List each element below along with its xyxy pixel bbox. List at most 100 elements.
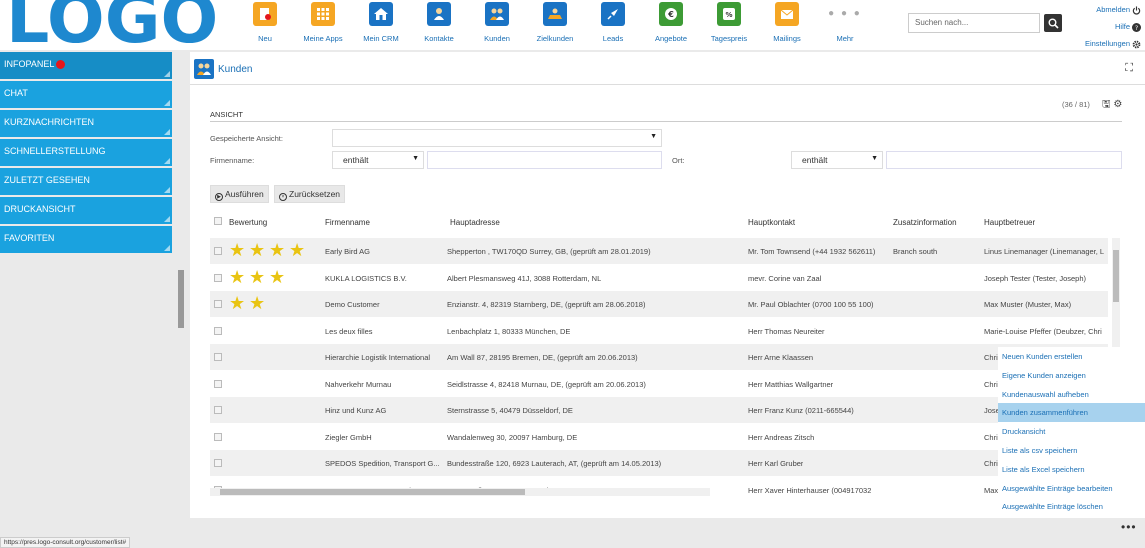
nav-mein-crm[interactable]: Mein CRM: [352, 2, 410, 43]
cell-info: Branch south: [893, 247, 938, 256]
context-menu-item[interactable]: Liste als Excel speichern: [998, 460, 1145, 479]
logout-link[interactable]: Abmelden: [1085, 1, 1141, 18]
cell-contact: Herr Thomas Neureiter: [748, 326, 825, 336]
nav-angebote[interactable]: € Angebote: [642, 2, 700, 43]
euro-icon: €: [659, 2, 683, 26]
sidebar-item-favoriten[interactable]: FAVORITEN: [0, 226, 172, 253]
company-name-input[interactable]: [427, 151, 662, 169]
nav-meine-apps[interactable]: Meine Apps: [294, 2, 352, 43]
cell-owner: Max Muster (Muster, Max): [984, 300, 1072, 309]
reset-button[interactable]: × Zurücksetzen: [274, 185, 346, 203]
fullscreen-icon[interactable]: ⛶: [1125, 62, 1133, 75]
settings-label: Einstellungen: [1084, 39, 1130, 48]
row-checkbox[interactable]: [214, 459, 222, 467]
table-row[interactable]: Nahverkehr Murnau Seidlstrasse 4, 82418 M…: [210, 371, 1108, 397]
sidebar-item-label: KURZNACHRICHTEN: [4, 117, 94, 127]
new-document-icon: [253, 2, 277, 26]
row-checkbox[interactable]: [214, 273, 222, 282]
context-menu-item[interactable]: Neuen Kunden erstellen: [998, 347, 1145, 366]
company-operator-select[interactable]: enthält ▼: [332, 151, 424, 169]
sidebar-item-zuletzt-gesehen[interactable]: ZULETZT GESEHEN: [0, 168, 172, 195]
nav-leads[interactable]: Leads: [584, 2, 642, 43]
city-operator-select[interactable]: enthält ▼: [791, 151, 883, 169]
scroll-thumb[interactable]: [1113, 250, 1119, 302]
sidebar-item-schnellerstellung[interactable]: SCHNELLERSTELLUNG: [0, 139, 172, 166]
nav-kontakte[interactable]: Kontakte: [410, 2, 468, 43]
saved-view-select[interactable]: ▼: [332, 129, 662, 147]
city-input[interactable]: [886, 151, 1122, 169]
nav-neu[interactable]: Neu: [236, 2, 294, 43]
cell-address: Seidlstrasse 4, 82418 Murnau, DE, (geprü…: [447, 379, 646, 389]
cell-name[interactable]: Demo Customer: [325, 300, 380, 309]
column-header[interactable]: Firmenname: [325, 218, 370, 227]
table-row[interactable]: ★ ★ Demo Customer Enzianstr. 4, 82319 Starn…: [210, 291, 1108, 317]
context-menu-item[interactable]: Ausgewählte Einträge löschen: [998, 497, 1145, 516]
cell-name[interactable]: Early Bird AG: [325, 247, 370, 256]
cell-name[interactable]: Hierarchie Logistik International: [325, 353, 430, 362]
sidebar-item-label: INFOPANEL: [4, 59, 55, 69]
table-row[interactable]: ★ ★ ★ KUKLA LOGISTICS B.V. Albert Plesmanswe…: [210, 265, 1108, 291]
column-header[interactable]: Hauptbetreuer: [984, 218, 1035, 227]
scroll-thumb[interactable]: [220, 489, 525, 495]
run-button[interactable]: ▶ Ausführen: [210, 185, 269, 203]
corner-icon: [164, 71, 170, 77]
context-menu-item[interactable]: Eigene Kunden anzeigen: [998, 366, 1145, 385]
table-row[interactable]: ★ ★ ★ ★ Early Bird AG Shepperton , TW170QD Su…: [210, 238, 1108, 264]
cell-name[interactable]: Hinz und Kunz AG: [325, 406, 386, 415]
target-customer-icon: [543, 2, 567, 26]
table-row[interactable]: SPEDOS Spedition, Transport G... Bundesst…: [210, 450, 1108, 476]
cell-name[interactable]: Ziegler GmbH: [325, 433, 372, 442]
column-header[interactable]: Bewertung: [229, 218, 267, 227]
table-row[interactable]: Les deux filles Lenbachplatz 1, 80333 Mün…: [210, 318, 1108, 344]
nav-tagespreis[interactable]: % Tagespreis: [700, 2, 758, 43]
percent-icon: %: [717, 2, 741, 26]
context-menu-item[interactable]: Ausgewählte Einträge bearbeiten: [998, 479, 1145, 498]
cell-name[interactable]: Les deux filles: [325, 327, 373, 336]
cell-name[interactable]: KUKLA LOGISTICS B.V.: [325, 274, 407, 283]
row-checkbox[interactable]: [214, 247, 222, 255]
nav-mehr[interactable]: ● ● ● Mehr: [816, 2, 874, 43]
column-header[interactable]: Hauptadresse: [450, 218, 500, 227]
save-view-icon[interactable]: 🖫: [1102, 99, 1111, 110]
company-operator-value: enthält: [343, 155, 369, 165]
context-menu-item[interactable]: Kundenauswahl aufheben: [998, 385, 1145, 404]
sidebar-item-chat[interactable]: CHAT: [0, 81, 172, 108]
select-all-checkbox[interactable]: [214, 217, 222, 225]
column-header[interactable]: Zusatzinformation: [893, 218, 957, 227]
gear-icon[interactable]: ⚙: [1113, 99, 1122, 110]
context-menu-item[interactable]: Druckansicht: [998, 422, 1145, 441]
nav-zielkunden[interactable]: Zielkunden: [526, 2, 584, 43]
row-checkbox[interactable]: [214, 326, 222, 335]
row-checkbox[interactable]: [214, 406, 222, 414]
sidebar-resize-handle[interactable]: [178, 270, 184, 328]
sidebar-item-druckansicht[interactable]: DRUCKANSICHT: [0, 197, 172, 224]
horizontal-scrollbar[interactable]: [210, 488, 710, 496]
cell-contact: Herr Matthias Wallgartner: [748, 379, 834, 389]
row-checkbox[interactable]: [214, 432, 222, 441]
rating-star-icon: ★: [229, 293, 246, 313]
row-checkbox[interactable]: [214, 379, 222, 388]
table-row[interactable]: Hinz und Kunz AG Sternstrasse 5, 40479 Dü…: [210, 397, 1108, 423]
nav-mailings[interactable]: Mailings: [758, 2, 816, 43]
company-logo[interactable]: LOGO: [6, 0, 218, 54]
nav-label: Meine Apps: [303, 34, 343, 43]
cell-name[interactable]: Nahverkehr Murnau: [325, 380, 391, 389]
cell-owner: Chri: [984, 379, 998, 389]
row-checkbox[interactable]: [214, 300, 222, 308]
nav-kunden[interactable]: Kunden: [468, 2, 526, 43]
table-row[interactable]: Ziegler GmbH Wandalenweg 30, 20097 Hambur…: [210, 424, 1108, 450]
more-options-icon[interactable]: •••: [1121, 520, 1137, 534]
settings-link[interactable]: Einstellungen: [1085, 35, 1141, 52]
column-header[interactable]: Hauptkontakt: [748, 218, 795, 227]
row-checkbox[interactable]: [214, 353, 222, 361]
context-menu-item[interactable]: Kunden zusammenführen: [998, 403, 1145, 423]
cell-name[interactable]: SPEDOS Spedition, Transport G...: [325, 459, 440, 468]
search-input[interactable]: Suchen nach...: [908, 13, 1040, 33]
help-link[interactable]: Hilfe?: [1085, 18, 1141, 35]
sidebar-item-kurznachrichten[interactable]: KURZNACHRICHTEN: [0, 110, 172, 137]
sidebar-item-infopanel[interactable]: INFOPANEL: [0, 52, 172, 79]
context-menu-item[interactable]: Liste als csv speichern: [998, 441, 1145, 460]
top-header: LOGO Neu Meine Apps Mein CRM Kontakte Ku…: [0, 0, 1145, 54]
search-button[interactable]: [1044, 14, 1062, 32]
table-row[interactable]: Hierarchie Logistik International Am Wall…: [210, 344, 1108, 370]
